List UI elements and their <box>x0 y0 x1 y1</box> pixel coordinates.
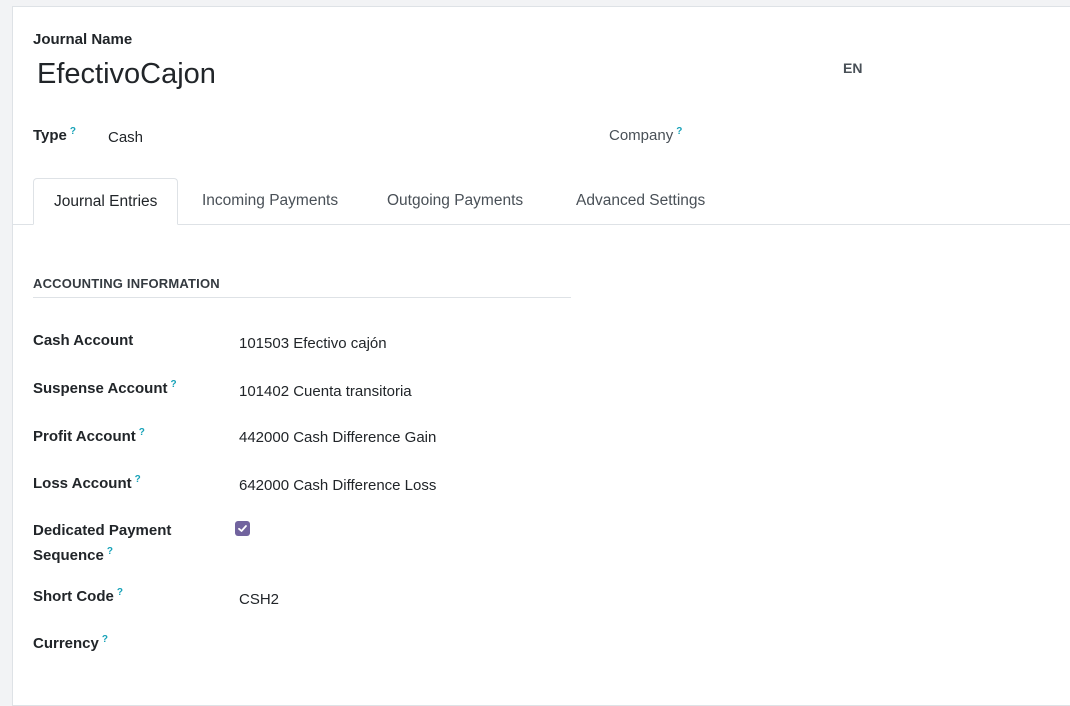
section-title: ACCOUNTING INFORMATION <box>33 276 571 298</box>
journal-name-label: Journal Name <box>33 31 133 48</box>
short-code-label-text: Short Code <box>33 588 114 605</box>
dedicated-sequence-checkbox[interactable] <box>235 521 250 536</box>
company-label: Company? <box>609 126 682 144</box>
type-select[interactable]: Cash <box>108 129 143 146</box>
suspense-account-field[interactable]: 101402 Cuenta transitoria <box>239 383 412 400</box>
dedicated-sequence-label-line2: Sequence <box>33 547 104 564</box>
short-code-label: Short Code? <box>33 587 123 605</box>
suspense-account-label: Suspense Account? <box>33 379 177 397</box>
currency-label: Currency? <box>33 634 108 652</box>
type-help-icon[interactable]: ? <box>70 126 76 137</box>
currency-help-icon[interactable]: ? <box>102 634 108 645</box>
loss-account-label: Loss Account? <box>33 474 141 492</box>
tab-incoming-payments[interactable]: Incoming Payments <box>182 178 358 224</box>
profit-account-label: Profit Account? <box>33 427 145 445</box>
short-code-help-icon[interactable]: ? <box>117 587 123 598</box>
type-label-text: Type <box>33 127 67 144</box>
short-code-field[interactable]: CSH2 <box>239 591 279 608</box>
suspense-help-icon[interactable]: ? <box>170 379 176 390</box>
profit-help-icon[interactable]: ? <box>139 427 145 438</box>
dedicated-sequence-label: Dedicated Payment Sequence? <box>33 520 171 566</box>
dedicated-sequence-label-line1: Dedicated Payment <box>33 522 172 539</box>
company-help-icon[interactable]: ? <box>676 126 682 137</box>
loss-account-field[interactable]: 642000 Cash Difference Loss <box>239 477 436 494</box>
profit-account-field[interactable]: 442000 Cash Difference Gain <box>239 429 436 446</box>
check-icon <box>238 525 247 532</box>
tab-journal-entries[interactable]: Journal Entries <box>33 178 179 225</box>
company-label-text: Company <box>609 127 674 144</box>
suspense-account-label-text: Suspense Account <box>33 380 168 397</box>
type-label: Type? <box>33 126 76 144</box>
cash-account-field[interactable]: 101503 Efectivo cajón <box>239 335 387 352</box>
profit-account-label-text: Profit Account <box>33 428 136 445</box>
cash-account-label: Cash Account <box>33 332 134 349</box>
form-sheet: Journal Name EfectivoCajon EN Type? Cash… <box>12 6 1070 706</box>
tab-outgoing-payments[interactable]: Outgoing Payments <box>367 178 543 224</box>
currency-label-text: Currency <box>33 635 99 652</box>
loss-account-label-text: Loss Account <box>33 475 132 492</box>
tab-advanced-settings[interactable]: Advanced Settings <box>556 178 725 224</box>
dedicated-sequence-help-icon[interactable]: ? <box>107 546 113 557</box>
language-button[interactable]: EN <box>843 60 862 76</box>
loss-help-icon[interactable]: ? <box>135 474 141 485</box>
journal-name-input[interactable]: EfectivoCajon <box>37 58 216 91</box>
notebook-tabs: Journal Entries Incoming Payments Outgoi… <box>13 178 1070 225</box>
